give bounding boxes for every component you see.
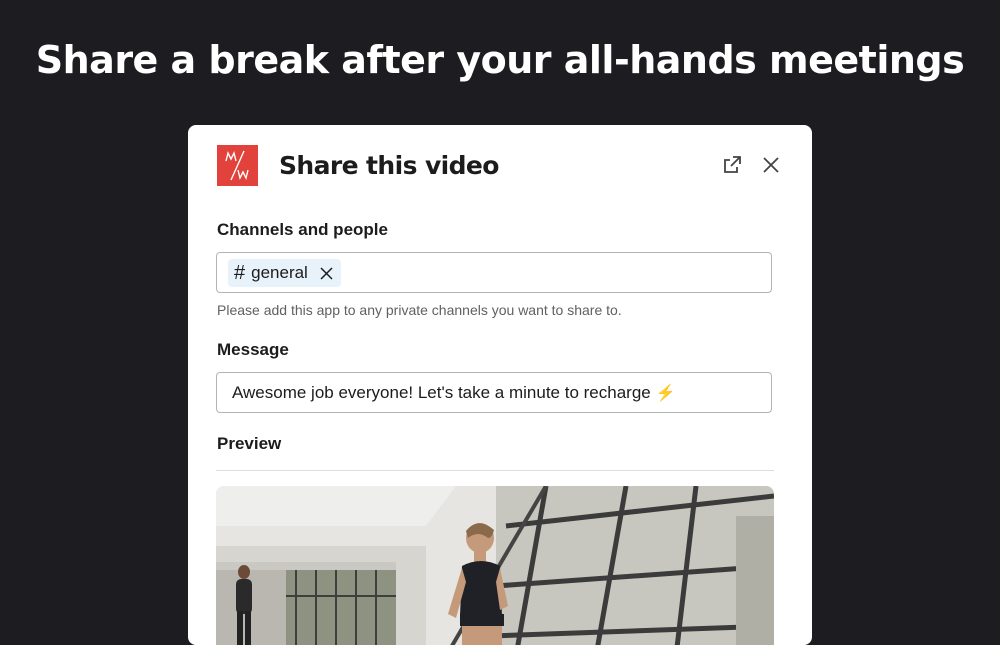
preview-label: Preview [217,434,282,453]
video-preview[interactable] [216,486,774,645]
video-preview-image [216,486,774,645]
remove-chip-button[interactable] [320,266,333,280]
app-logo [217,145,258,186]
channel-chip-label: general [251,263,308,282]
mw-logo-mark-icon [225,150,249,181]
message-input[interactable]: Awesome job everyone! Let's take a minut… [216,372,772,413]
modal-title: Share this video [279,151,499,180]
message-text: Awesome job everyone! Let's take a minut… [232,383,651,402]
divider [216,470,774,471]
page-headline: Share a break after your all-hands meeti… [35,38,965,82]
close-icon [763,157,779,173]
channels-label: Channels and people [217,220,388,239]
channels-hint: Please add this app to any private chann… [217,302,622,318]
external-link-icon [724,156,741,173]
channels-input[interactable]: # general [216,252,772,293]
channel-chip-general[interactable]: # general [228,259,341,287]
close-button[interactable] [759,153,783,177]
close-icon [320,266,333,280]
share-video-modal: Share this video Channels and people # g… [188,125,812,645]
hash-icon: # [234,261,246,284]
open-external-button[interactable] [720,153,744,177]
message-label: Message [217,340,289,359]
lightning-emoji: ⚡ [655,385,676,402]
